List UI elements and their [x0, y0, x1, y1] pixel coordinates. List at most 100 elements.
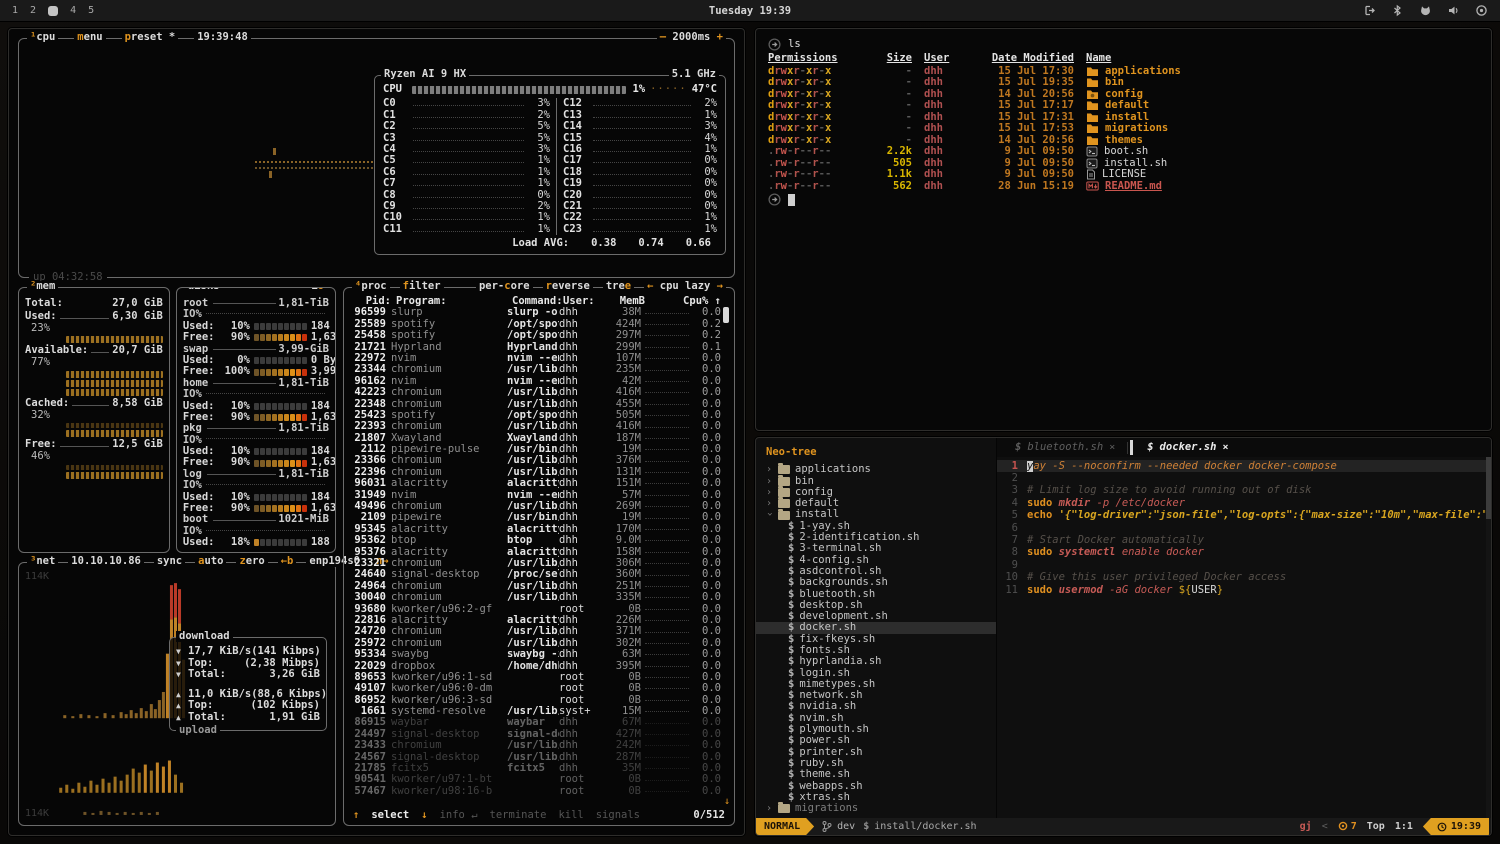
process-row[interactable]: 21785fcitx5fcitx5dhh35M0.0	[349, 763, 721, 774]
process-row[interactable]: 22816alacrittyalacrittydhh226M0.0	[349, 615, 721, 626]
tree-toggle[interactable]: tree	[603, 281, 634, 292]
sort-selector[interactable]: ← cpu lazy →	[644, 281, 726, 292]
process-row[interactable]: 86952kworker/u96:3-sdroot0B0.0	[349, 695, 721, 706]
process-row[interactable]: 21721HyprlandHyprlanddhh299M0.1	[349, 342, 721, 353]
workspace-active[interactable]	[48, 6, 58, 16]
workspace-4[interactable]: 4	[70, 5, 76, 16]
process-row[interactable]: 23321chromium/usr/lib/chromium/dhh306M0.…	[349, 558, 721, 569]
net-auto-toggle[interactable]: auto	[195, 556, 226, 567]
interval-control[interactable]: — 2000ms +	[657, 32, 726, 43]
proc-action-[interactable]: ↑	[353, 810, 359, 821]
process-row[interactable]: 25423spotify/opt/spotify/spotidhh505M0.0	[349, 410, 721, 421]
tree-item-install[interactable]: ›install	[756, 509, 996, 520]
process-row[interactable]: 49496chromium/usr/lib/chromium/dhh269M0.…	[349, 501, 721, 512]
net-sync-toggle[interactable]: sync	[154, 556, 185, 567]
process-row[interactable]: 95376alacrittyalacrittydhh158M0.0	[349, 547, 721, 558]
proc-action-info[interactable]: info ↵	[440, 810, 478, 821]
editor-scrollbar-thumb[interactable]	[1486, 457, 1491, 519]
workspace-2[interactable]: 2	[30, 5, 36, 16]
proc-scrollbar-thumb[interactable]	[723, 307, 729, 323]
tree-item-migrations[interactable]: ›migrations	[756, 803, 996, 814]
tree-item-theme.sh[interactable]: $theme.sh	[756, 769, 996, 780]
process-row[interactable]: 86915waybarwaybardhh67M0.0	[349, 717, 721, 728]
bluetooth-icon[interactable]	[1391, 4, 1404, 17]
process-row[interactable]: 95362btopbtopdhh9.0M0.0	[349, 535, 721, 546]
menu-button[interactable]: menu	[74, 32, 105, 43]
preset-button[interactable]: preset *	[122, 32, 179, 43]
tree-item-default[interactable]: ›default	[756, 498, 996, 509]
per-core-toggle[interactable]: per-core	[476, 281, 533, 292]
process-row[interactable]: 22396chromium/usr/lib/chromium/dhh131M0.…	[349, 467, 721, 478]
net-stat-row: ▼17,7 KiB/s(141 Kibps)	[176, 646, 320, 658]
process-row[interactable]: 23433chromium/usr/lib/chromium/dhh242M0.…	[349, 740, 721, 751]
process-row[interactable]: 96162nvimnvim --embed .dhh42M0.0	[349, 376, 721, 387]
process-row[interactable]: 25972chromium/usr/lib/chromium/dhh302M0.…	[349, 638, 721, 649]
core-name: C2	[383, 121, 409, 132]
process-row[interactable]: 21807XwaylandXwayland :0 -rootldhh187M0.…	[349, 433, 721, 444]
process-row[interactable]: 2109pipewire/usr/bin/pipewiredhh19M0.0	[349, 512, 721, 523]
process-row[interactable]: 90541kworker/u97:1-btroot0B0.0	[349, 774, 721, 785]
process-row[interactable]: 96031alacrittyalacrittydhh151M0.0	[349, 478, 721, 489]
process-row[interactable]: 25458spotify/opt/spotify/spotidhh297M0.2	[349, 330, 721, 341]
tree-item-applications[interactable]: ›applications	[756, 464, 996, 475]
tree-item-3-terminal.sh[interactable]: $3-terminal.sh	[756, 543, 996, 554]
process-row[interactable]: 22393chromium/usr/lib/chromium/dhh416M0.…	[349, 421, 721, 432]
process-row[interactable]: 1661systemd-resolve/usr/lib/systemd/ssys…	[349, 706, 721, 717]
process-row[interactable]: 24720chromium/usr/lib/chromium/dhh371M0.…	[349, 626, 721, 637]
process-row[interactable]: 30040chromium/usr/lib/chromium/dhh335M0.…	[349, 592, 721, 603]
shell-script-icon: $	[788, 701, 794, 712]
net-zero-toggle[interactable]: zero	[236, 556, 267, 567]
proc-action-select[interactable]: select	[371, 810, 409, 821]
net-prev-iface[interactable]: ←b	[278, 556, 297, 567]
process-row[interactable]: 95334swaybgswaybg -i /home/dhdhh63M0.0	[349, 649, 721, 660]
tree-item-hyprlandia.sh[interactable]: $hyprlandia.sh	[756, 656, 996, 667]
process-row[interactable]: 89653kworker/u96:1-sdroot0B0.0	[349, 672, 721, 683]
proc-action-terminate[interactable]: terminate	[490, 810, 547, 821]
cat-icon[interactable]	[1419, 4, 1432, 17]
process-row[interactable]: 95345alacrittyalacritty -e btopdhh170M0.…	[349, 524, 721, 535]
process-row[interactable]: 24964chromium/usr/lib/chromium/dhh251M0.…	[349, 581, 721, 592]
workspace-1[interactable]: 1	[12, 5, 18, 16]
close-icon[interactable]: ×	[1109, 442, 1115, 453]
tree-item-docker.sh[interactable]: $docker.sh	[756, 622, 996, 633]
process-row[interactable]: 49107kworker/u96:0-dmroot0B0.0	[349, 683, 721, 694]
tree-item-config[interactable]: ›config	[756, 487, 996, 498]
process-row[interactable]: 25589spotify/opt/spotify/spotidhh424M0.2	[349, 319, 721, 330]
process-row[interactable]: 96599slurpslurp -ordhh38M0.0	[349, 307, 721, 318]
filter-button[interactable]: filter	[400, 281, 444, 292]
process-row[interactable]: 24640signal-desktop/proc/self/exe --tdhh…	[349, 569, 721, 580]
close-icon[interactable]: ×	[1222, 442, 1228, 453]
code-editor[interactable]: 1yay -S --noconfirm --needed docker dock…	[997, 457, 1491, 818]
tab-bluetooth.sh[interactable]: $bluetooth.sh×	[1003, 438, 1127, 457]
proc-action-[interactable]: ↓	[421, 810, 427, 821]
core-name: C7	[383, 178, 409, 189]
process-row[interactable]: 22972nvimnvim --embed .dhh107M0.0	[349, 353, 721, 364]
process-row[interactable]: 22348chromium/usr/lib/chromium/dhh455M0.…	[349, 399, 721, 410]
proc-action-kill[interactable]: kill	[558, 810, 583, 821]
process-row[interactable]: 93680kworker/u96:2-gfroot0B0.0	[349, 604, 721, 615]
process-row[interactable]: 24567signal-desktop/usr/lib/signal-dedhh…	[349, 752, 721, 763]
record-icon[interactable]	[1475, 4, 1488, 17]
tree-item-xtras.sh[interactable]: $xtras.sh	[756, 792, 996, 803]
volume-icon[interactable]	[1447, 4, 1460, 17]
tab-docker.sh[interactable]: $docker.sh×	[1135, 438, 1240, 457]
io-toggle[interactable]: io	[308, 287, 327, 292]
process-row[interactable]: 31949nvimnvim --embed .dhh57M0.0	[349, 490, 721, 501]
process-row[interactable]: 23366chromium/usr/lib/chromium/dhh376M0.…	[349, 455, 721, 466]
tree-item-power.sh[interactable]: $power.sh	[756, 735, 996, 746]
workspace-5[interactable]: 5	[88, 5, 94, 16]
process-row[interactable]: 22029dropbox/home/dhh/.dropboxdhh395M0.0	[349, 661, 721, 672]
process-row[interactable]: 24497signal-desktopsignal-desktopdhh427M…	[349, 729, 721, 740]
tree-item-bin[interactable]: ›bin	[756, 476, 996, 487]
process-row[interactable]: 42223chromium/usr/lib/chromium/dhh416M0.…	[349, 387, 721, 398]
reverse-toggle[interactable]: reverse	[543, 281, 593, 292]
tree-item-backgrounds.sh[interactable]: $backgrounds.sh	[756, 577, 996, 588]
editor-scrollbar[interactable]	[1486, 457, 1491, 818]
process-row[interactable]: 57467kworker/u98:16-broot0B0.0	[349, 786, 721, 797]
process-row[interactable]: 23344chromium/usr/lib/chromium/dhh235M0.…	[349, 364, 721, 375]
proc-action-signals[interactable]: signals	[596, 810, 640, 821]
terminal[interactable]: ls Permissions Size User Date Modified N…	[756, 29, 1491, 430]
process-row[interactable]: 2112pipewire-pulse/usr/bin/pipewire-dhh1…	[349, 444, 721, 455]
logout-icon[interactable]	[1363, 4, 1376, 17]
btop-clock: 19:39:48	[194, 32, 251, 43]
